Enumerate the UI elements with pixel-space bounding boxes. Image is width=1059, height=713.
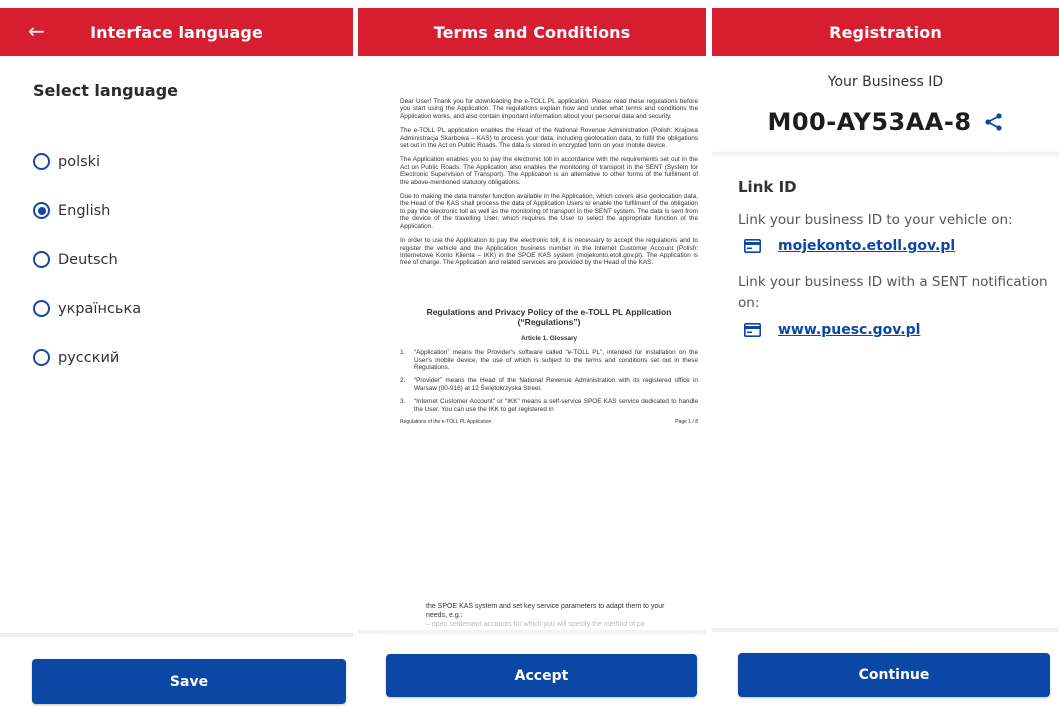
language-list: polski English Deutsch українська русский xyxy=(33,137,141,382)
link-id-heading: Link ID xyxy=(738,178,797,196)
divider xyxy=(712,152,1059,155)
item-number: 1. xyxy=(400,349,406,357)
link-vehicle-text: Link your business ID to your vehicle on… xyxy=(738,212,1013,228)
radio-icon[interactable] xyxy=(33,349,50,366)
share-icon[interactable] xyxy=(984,112,1004,132)
doc-paragraph: Dear User! Thank you for downloading the… xyxy=(400,98,698,120)
mojekonto-link-text[interactable]: mojekonto.etoll.gov.pl xyxy=(778,238,955,254)
footer-left: Regulations of the e-TOLL PL Application xyxy=(400,418,492,425)
card-icon xyxy=(744,239,761,253)
page-number: Page 1 / 8 xyxy=(675,418,698,425)
business-id-value: M00-AY53AA-8 xyxy=(767,108,972,136)
language-option[interactable]: Deutsch xyxy=(33,235,141,284)
link-sent-text: Link your business ID with a SENT notifi… xyxy=(738,274,1048,311)
terms-screen: Terms and Conditions Dear User! Thank yo… xyxy=(353,0,706,713)
puesc-link[interactable]: www.puesc.gov.pl xyxy=(744,322,920,338)
language-screen: ← Interface language Select language pol… xyxy=(0,0,353,713)
accept-button[interactable]: Accept xyxy=(386,654,697,697)
language-option[interactable]: polski xyxy=(33,137,141,186)
language-option[interactable]: русский xyxy=(33,333,141,382)
doc-footer: Regulations of the e-TOLL PL Application… xyxy=(400,419,698,426)
doc-paragraph: The e-TOLL PL application enables the He… xyxy=(400,127,698,150)
select-language-heading: Select language xyxy=(33,81,179,100)
business-id-row: M00-AY53AA-8 xyxy=(712,108,1059,136)
radio-icon[interactable] xyxy=(33,153,50,170)
doc-article: Article 1. Glossary xyxy=(520,334,578,342)
doc-continuation: the SPOE KAS system and set key service … xyxy=(426,602,680,629)
divider xyxy=(358,630,706,634)
app-bar: Registration xyxy=(712,8,1059,56)
doc-list-item: 3. “Internet Customer Account” or “IKK” … xyxy=(400,398,698,413)
doc-paragraph: Due to making the data transfer function… xyxy=(400,193,698,230)
doc-list-item: 1. “Application” means the Provider's so… xyxy=(400,349,698,371)
language-label: English xyxy=(58,202,111,219)
business-id-caption: Your Business ID xyxy=(827,74,944,90)
screens: ← Interface language Select language pol… xyxy=(0,0,1059,713)
item-number: 3. xyxy=(400,398,406,406)
registration-screen: Registration Your Business ID M00-AY53AA… xyxy=(712,0,1059,713)
divider xyxy=(0,633,353,637)
language-option[interactable]: українська xyxy=(33,284,141,333)
item-text: “Internet Customer Account” or “IKK” mea… xyxy=(414,398,698,413)
language-label: Deutsch xyxy=(58,251,118,268)
doc-paragraph: The Application enables you to pay the e… xyxy=(400,156,698,186)
screen-title: Registration xyxy=(829,22,942,42)
language-option[interactable]: English xyxy=(33,186,141,235)
save-button[interactable]: Save xyxy=(32,659,346,704)
item-number: 2. xyxy=(400,377,406,385)
item-text: “Application” means the Provider's softw… xyxy=(414,349,698,371)
doc-title: Regulations and Privacy Policy of the e-… xyxy=(426,306,672,327)
back-arrow-icon[interactable]: ← xyxy=(28,19,45,43)
language-label: polski xyxy=(58,153,101,170)
app-bar: Terms and Conditions xyxy=(358,8,706,56)
continuation-faded-text: – open settlement accounts for which you… xyxy=(426,621,645,628)
screen-title: Interface language xyxy=(90,22,263,42)
screen-title: Terms and Conditions xyxy=(433,22,631,42)
puesc-link-text[interactable]: www.puesc.gov.pl xyxy=(778,322,920,338)
divider xyxy=(712,628,1059,632)
continuation-text: the SPOE KAS system and set key service … xyxy=(426,603,665,619)
radio-icon[interactable] xyxy=(33,251,50,268)
radio-icon[interactable] xyxy=(33,300,50,317)
continue-button[interactable]: Continue xyxy=(738,653,1050,697)
mojekonto-link[interactable]: mojekonto.etoll.gov.pl xyxy=(744,238,955,254)
doc-paragraph: In order to use the Application to pay t… xyxy=(400,237,698,267)
terms-document: Dear User! Thank you for downloading the… xyxy=(400,98,698,426)
radio-selected-icon[interactable] xyxy=(33,202,50,219)
card-icon xyxy=(744,323,761,337)
radio-dot xyxy=(37,206,46,215)
doc-list-item: 2. “Provider” means the Head of the Nati… xyxy=(400,377,698,392)
item-text: “Provider” means the Head of the Nationa… xyxy=(414,377,698,392)
language-label: русский xyxy=(58,349,120,366)
language-label: українська xyxy=(58,300,142,317)
app-bar: ← Interface language xyxy=(0,8,353,56)
